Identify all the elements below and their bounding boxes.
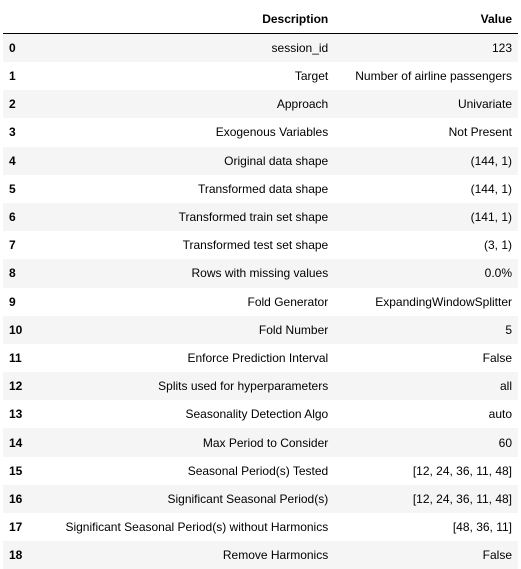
row-index: 10	[9, 322, 23, 337]
row-value: (144, 1)	[470, 181, 512, 196]
row-value: (3, 1)	[483, 238, 512, 253]
row-index: 8	[9, 266, 16, 281]
row-index: 0	[9, 41, 16, 55]
row-value: 123	[491, 41, 512, 55]
row-index: 5	[9, 181, 16, 196]
row-description: Significant Seasonal Period(s) without H…	[65, 520, 329, 535]
table-row: 7 Transformed test set shape (3, 1)	[3, 231, 518, 259]
row-value: False	[482, 350, 512, 365]
row-description: Seasonality Detection Algo	[185, 407, 329, 422]
row-index: 18	[9, 548, 23, 563]
value-header: Value	[334, 5, 518, 34]
row-value: 0.0%	[484, 266, 512, 281]
table-row: 18 Remove Harmonics False	[3, 541, 518, 569]
table-row: 2 Approach Univariate	[3, 90, 518, 119]
row-description: Rows with missing values	[191, 266, 329, 281]
row-description: Max Period to Consider	[202, 435, 329, 450]
table-row: 0 session_id 123	[3, 33, 518, 62]
row-index: 4	[9, 153, 16, 168]
row-index: 2	[9, 97, 16, 112]
row-description: session_id	[271, 41, 329, 55]
row-description: Fold Generator	[247, 294, 329, 309]
row-value: (144, 1)	[470, 153, 512, 168]
table-row: 13 Seasonality Detection Algo auto	[3, 400, 518, 428]
row-description: Transformed train set shape	[178, 210, 329, 225]
table-row: 1 Target Number of airline passengers	[3, 62, 518, 90]
table-row: 10 Fold Number 5	[3, 315, 518, 344]
table-row: 9 Fold Generator ExpandingWindowSplitter	[3, 288, 518, 316]
row-description: Exogenous Variables	[215, 125, 329, 140]
row-value: (141, 1)	[470, 210, 512, 225]
row-description: Original data shape	[224, 153, 329, 168]
row-description: Splits used for hyperparameters	[158, 379, 329, 394]
table-row: 5 Transformed data shape (144, 1)	[3, 175, 518, 203]
row-index: 3	[9, 125, 16, 140]
row-value: Univariate	[457, 97, 512, 112]
table-row: 14 Max Period to Consider 60	[3, 428, 518, 457]
row-index: 12	[9, 379, 23, 394]
row-value: [48, 36, 11]	[452, 520, 512, 535]
setup-summary-table: Description Value 0 session_id 123 1 Target N…	[3, 5, 518, 569]
row-index: 14	[9, 435, 23, 450]
header-row: Description Value	[3, 5, 518, 34]
row-index: 6	[9, 210, 16, 225]
row-value: False	[482, 548, 512, 563]
row-index: 17	[9, 520, 23, 535]
row-description: Enforce Prediction Interval	[187, 350, 329, 365]
row-description: Transformed test set shape	[182, 238, 329, 253]
row-description: Transformed data shape	[197, 181, 329, 196]
table-row: 4 Original data shape (144, 1)	[3, 146, 518, 175]
row-value: Number of airline passengers	[355, 69, 512, 84]
table-row: 17 Significant Seasonal Period(s) without…	[3, 513, 518, 541]
table-row: 3 Exogenous Variables Not Present	[3, 118, 518, 146]
row-description: Seasonal Period(s) Tested	[187, 463, 329, 478]
table-row: 16 Significant Seasonal Period(s) [12, 24,…	[3, 484, 518, 513]
row-description: Significant Seasonal Period(s)	[167, 491, 329, 506]
description-header: Description	[35, 5, 335, 34]
table-row: 6 Transformed train set shape (141, 1)	[3, 202, 518, 232]
table-row: 12 Splits used for hyperparameters all	[3, 372, 518, 401]
row-index: 15	[9, 463, 23, 478]
row-value: all	[499, 379, 512, 394]
row-value: auto	[488, 407, 512, 422]
row-description: Fold Number	[258, 322, 329, 337]
row-index: 1	[9, 69, 16, 84]
row-value: 5	[505, 322, 512, 337]
row-index: 11	[9, 350, 22, 365]
row-value: Not Present	[448, 125, 512, 140]
table-row: 11 Enforce Prediction Interval False	[3, 344, 518, 372]
row-value: [12, 24, 36, 11, 48]	[412, 491, 512, 506]
row-value: 60	[498, 435, 512, 450]
table-row: 8 Rows with missing values 0.0%	[3, 259, 518, 288]
row-index: 9	[9, 294, 16, 309]
row-description: Approach	[276, 97, 329, 112]
row-index: 7	[9, 238, 16, 253]
row-value: ExpandingWindowSplitter	[375, 294, 512, 309]
index-header	[3, 5, 35, 34]
row-index: 13	[9, 407, 23, 422]
table-row: 15 Seasonal Period(s) Tested [12, 24, 36, …	[3, 457, 518, 485]
row-description: Target	[294, 69, 329, 84]
row-value: [12, 24, 36, 11, 48]	[412, 463, 512, 478]
row-index: 16	[9, 491, 23, 506]
row-description: Remove Harmonics	[222, 548, 329, 563]
